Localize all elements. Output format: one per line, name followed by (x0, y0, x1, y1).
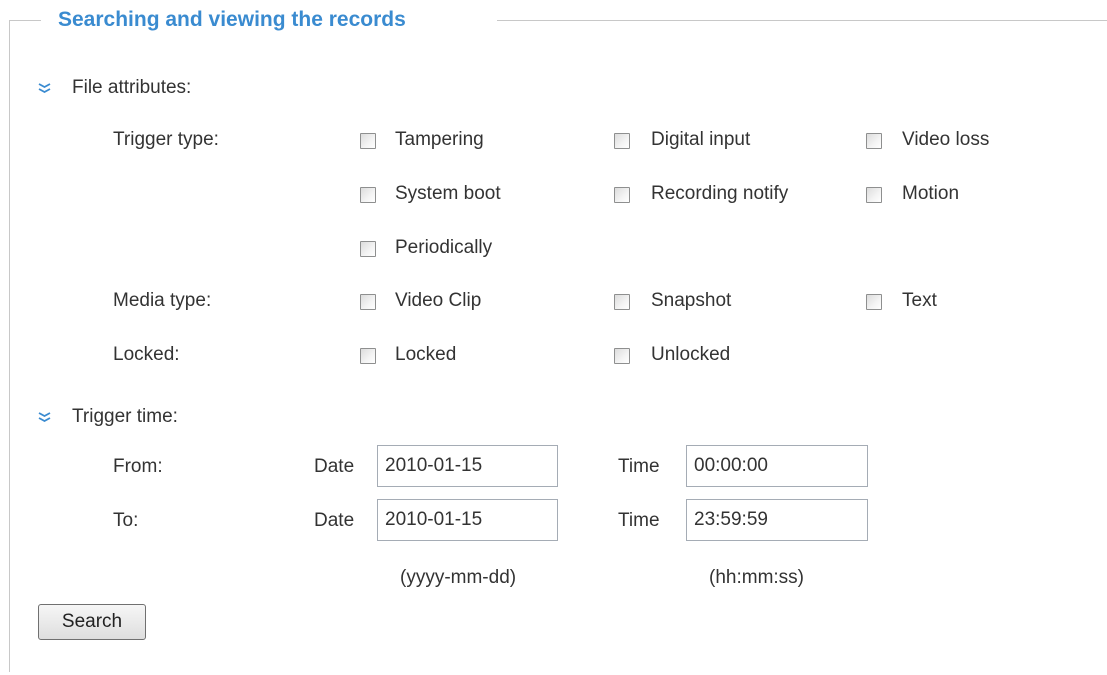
tampering-label[interactable]: Tampering (395, 128, 484, 152)
recording-notify-label[interactable]: Recording notify (651, 182, 788, 206)
locked-option-label[interactable]: Locked (395, 343, 456, 367)
motion-label[interactable]: Motion (902, 182, 959, 206)
video-loss-label[interactable]: Video loss (902, 128, 989, 152)
system-boot-checkbox[interactable] (360, 187, 376, 203)
from-label: From: (113, 456, 163, 477)
search-button[interactable]: Search (38, 604, 146, 640)
from-date-input[interactable] (377, 445, 558, 487)
file-attributes-toggle[interactable] (38, 81, 51, 99)
to-time-label: Time (618, 510, 660, 531)
tampering-checkbox[interactable] (360, 133, 376, 149)
from-time-label: Time (618, 456, 660, 477)
double-chevron-down-icon (38, 412, 51, 423)
date-format-hint: (yyyy-mm-dd) (400, 567, 517, 588)
to-date-input[interactable] (377, 499, 558, 541)
periodically-checkbox[interactable] (360, 241, 376, 257)
media-type-label: Media type: (113, 290, 212, 311)
from-date-label: Date (314, 456, 355, 477)
digital-input-label[interactable]: Digital input (651, 128, 750, 152)
motion-checkbox[interactable] (866, 187, 882, 203)
trigger-type-label: Trigger type: (113, 129, 219, 150)
time-format-hint: (hh:mm:ss) (709, 567, 804, 588)
recording-notify-checkbox[interactable] (614, 187, 630, 203)
locked-checkbox[interactable] (360, 348, 376, 364)
unlocked-checkbox[interactable] (614, 348, 630, 364)
text-label[interactable]: Text (902, 289, 937, 313)
unlocked-option-label[interactable]: Unlocked (651, 343, 730, 367)
video-clip-label[interactable]: Video Clip (395, 289, 481, 313)
double-chevron-down-icon (38, 83, 51, 94)
trigger-time-heading: Trigger time: (72, 406, 178, 427)
trigger-time-toggle[interactable] (38, 410, 51, 428)
locked-label: Locked: (113, 344, 180, 365)
fieldset-legend: Searching and viewing the records (58, 8, 406, 31)
file-attributes-heading: File attributes: (72, 77, 192, 98)
from-time-input[interactable] (686, 445, 868, 487)
to-date-label: Date (314, 510, 355, 531)
video-clip-checkbox[interactable] (360, 294, 376, 310)
system-boot-label[interactable]: System boot (395, 182, 501, 206)
to-time-input[interactable] (686, 499, 868, 541)
fieldset-border-top-right (497, 20, 1107, 21)
periodically-label[interactable]: Periodically (395, 236, 492, 260)
digital-input-checkbox[interactable] (614, 133, 630, 149)
fieldset-border-top-left (9, 20, 41, 21)
text-checkbox[interactable] (866, 294, 882, 310)
to-label: To: (113, 510, 139, 531)
snapshot-label[interactable]: Snapshot (651, 289, 731, 313)
fieldset-border-left (9, 20, 10, 672)
snapshot-checkbox[interactable] (614, 294, 630, 310)
video-loss-checkbox[interactable] (866, 133, 882, 149)
